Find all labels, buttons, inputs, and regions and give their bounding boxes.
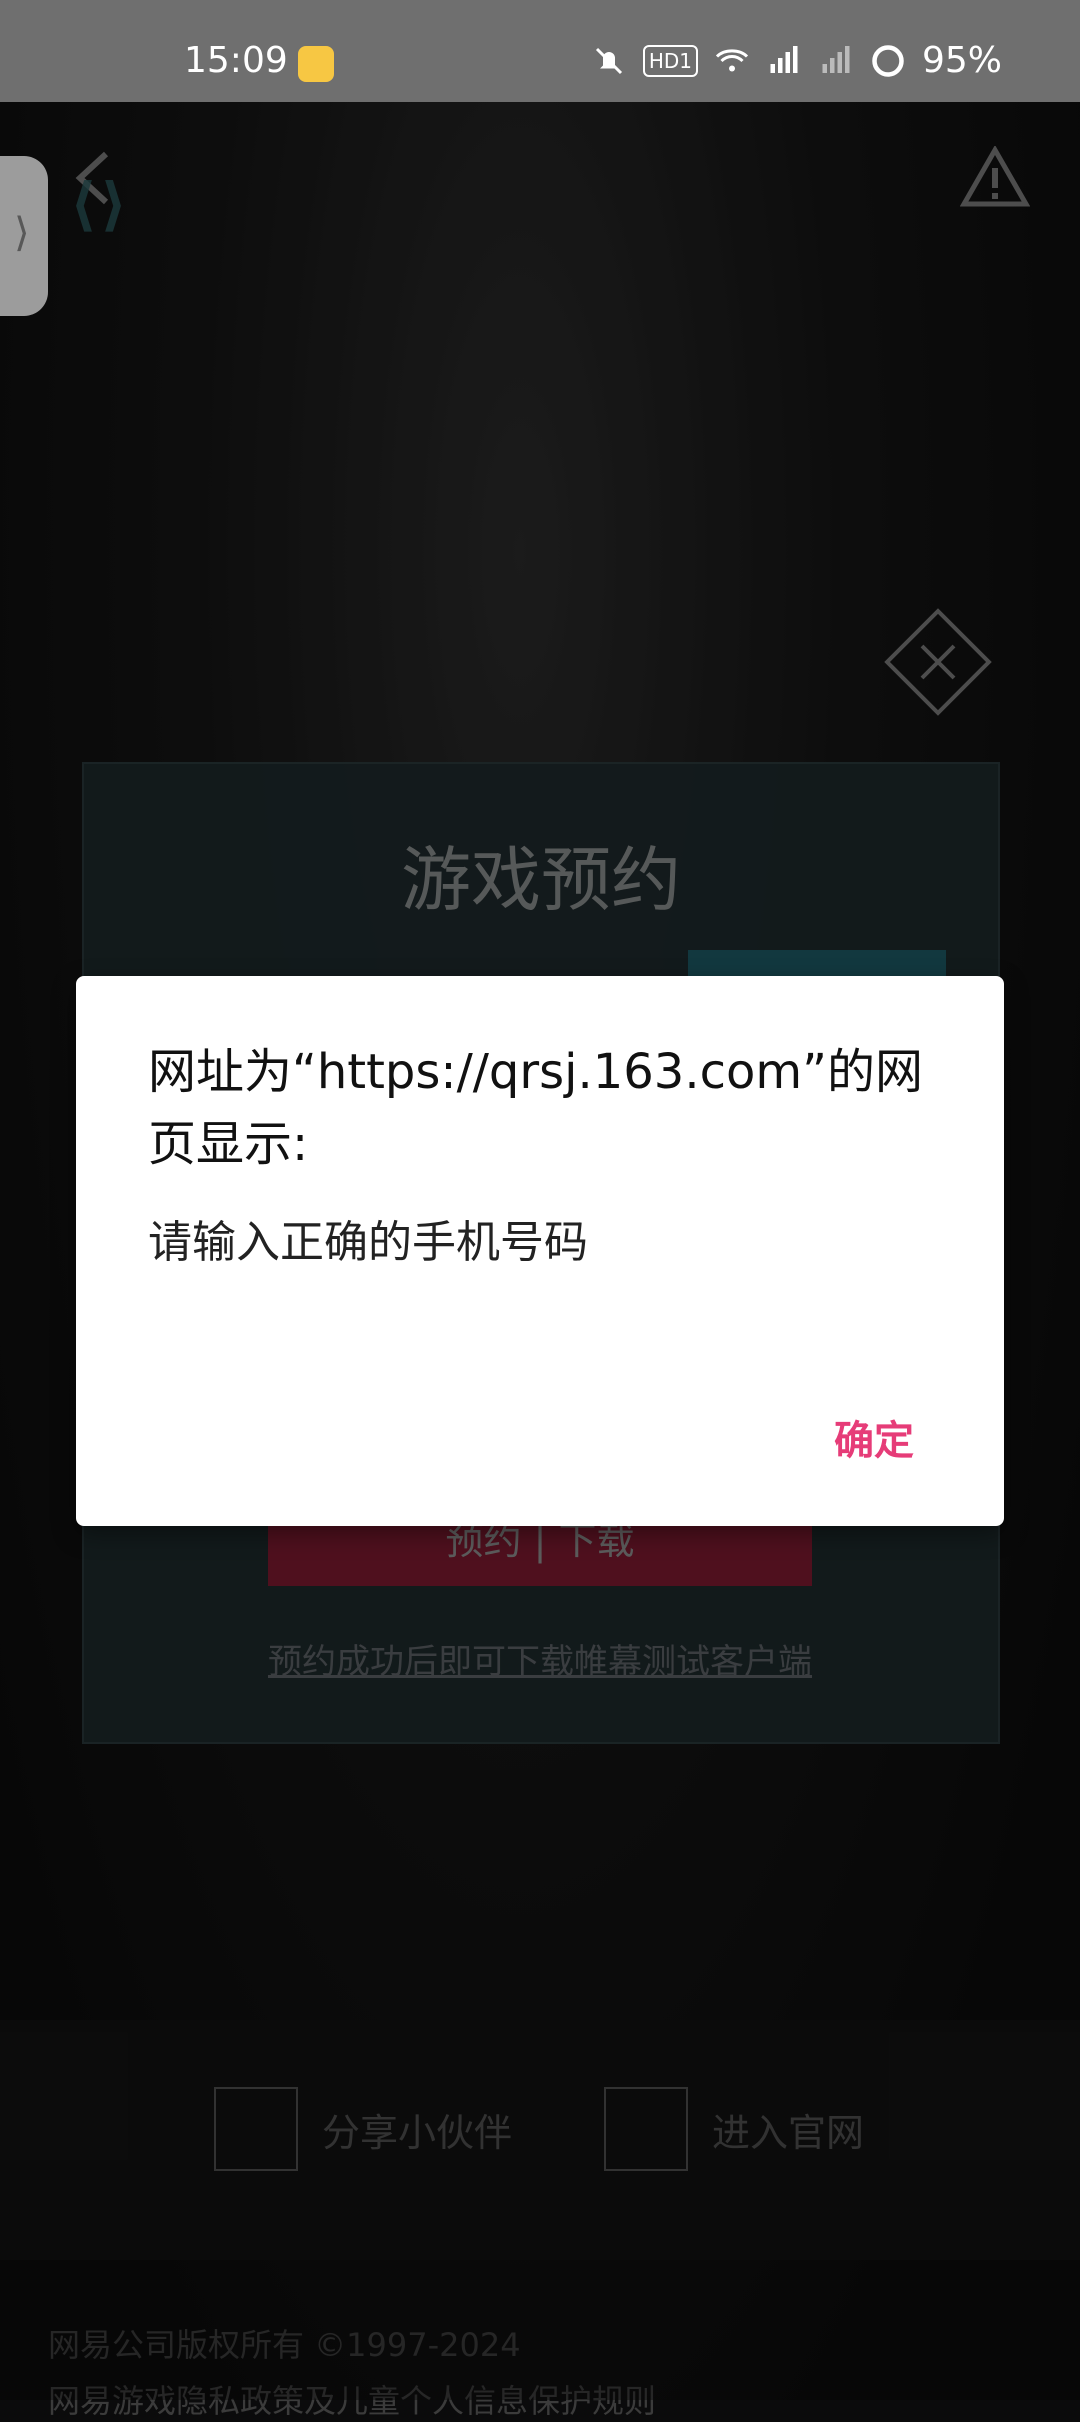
dialog-title: 网址为“https://qrsj.163.com”的网页显示: bbox=[148, 1044, 923, 1172]
ok-button[interactable]: 确定 bbox=[834, 1408, 914, 1466]
battery-level: 95% bbox=[921, 40, 1002, 81]
dialog-message: 请输入正确的手机号码 bbox=[148, 1217, 588, 1268]
app-notification-icon bbox=[298, 46, 334, 82]
hd-icon: HD1 bbox=[642, 44, 698, 77]
mute-icon bbox=[595, 47, 622, 74]
signal-icon bbox=[822, 45, 850, 73]
battery-ring-icon bbox=[872, 44, 904, 77]
alert-dialog: 网址为“https://qrsj.163.com”的网页显示: 请输入正确的手机… bbox=[76, 976, 1004, 1526]
status-time: 15:09 bbox=[184, 40, 288, 81]
wifi-icon bbox=[715, 48, 749, 71]
status-icons: HD1 95% bbox=[591, 40, 1002, 81]
status-bar: 15:09 HD1 95% bbox=[0, 0, 1080, 102]
signal-5g-icon bbox=[770, 45, 798, 73]
